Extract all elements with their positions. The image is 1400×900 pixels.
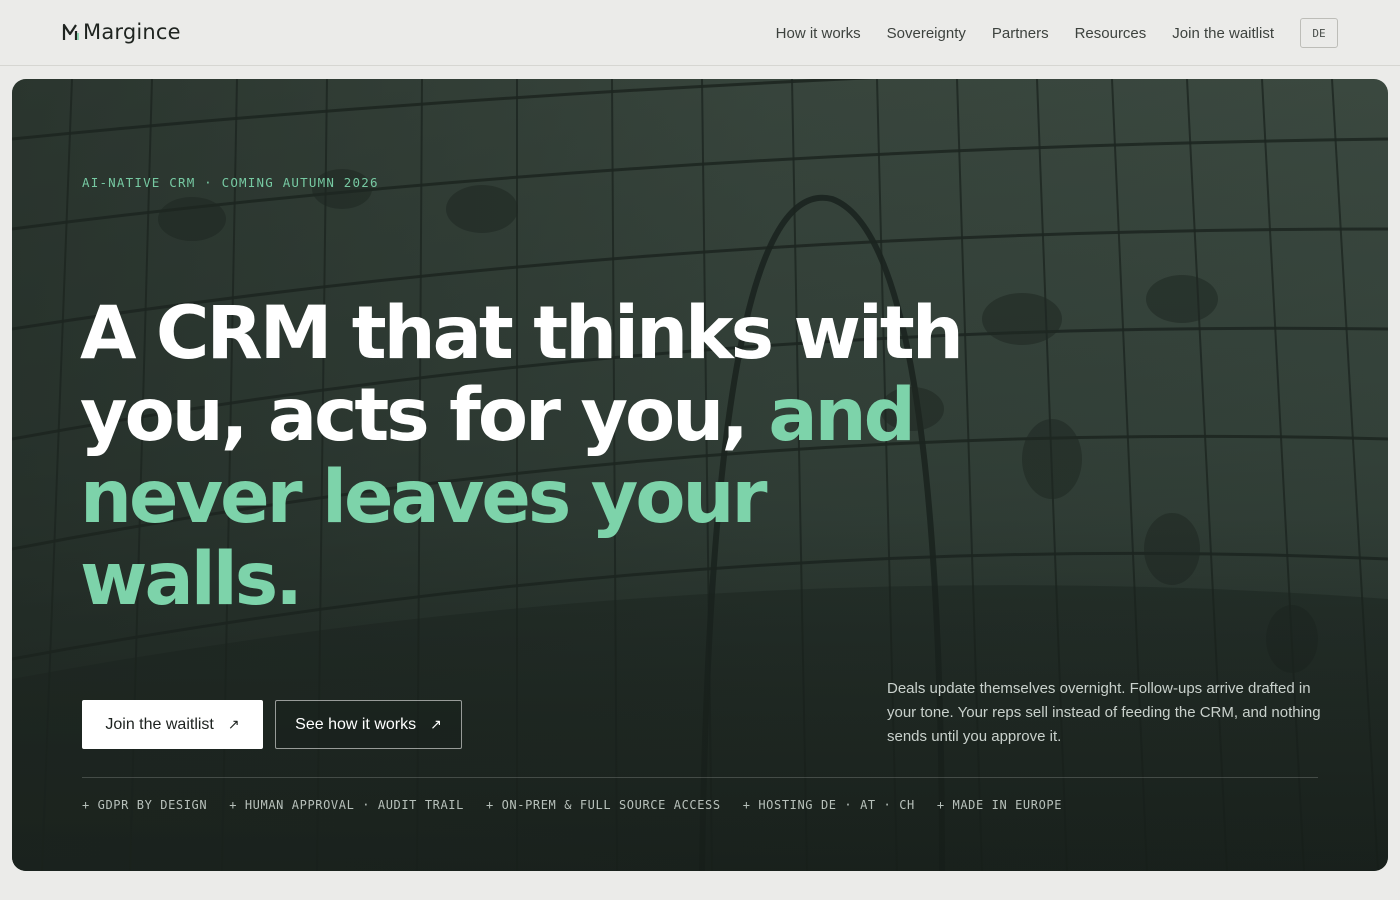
nav-resources[interactable]: Resources <box>1075 25 1147 42</box>
join-waitlist-label: Join the waitlist <box>105 715 214 733</box>
trust-badges: + GDPR BY DESIGN + HUMAN APPROVAL · AUDI… <box>82 798 1084 812</box>
see-how-it-works-button[interactable]: See how it works ↗ <box>275 700 462 749</box>
arrow-up-right-icon: ↗ <box>430 716 442 732</box>
badge-made-in-europe: + MADE IN EUROPE <box>936 798 1063 812</box>
brand-name: Margince <box>83 20 181 44</box>
badge-hosting: + HOSTING DE · AT · CH <box>742 798 915 812</box>
badge-on-prem: + ON-PREM & FULL SOURCE ACCESS <box>485 798 721 812</box>
headline-line-2: you, acts for you, <box>80 373 749 458</box>
arrow-up-right-icon: ↗ <box>227 716 240 732</box>
hero-eyebrow: AI-NATIVE CRM · COMING AUTUMN 2026 <box>82 175 379 190</box>
hero-divider <box>82 777 1318 778</box>
headline-line-1: A CRM that thinks with <box>80 291 964 376</box>
nav-sovereignty[interactable]: Sovereignty <box>887 25 966 42</box>
language-switch-button[interactable]: DE <box>1300 18 1338 48</box>
hero-description: Deals update themselves overnight. Follo… <box>887 680 1321 745</box>
badge-human-approval: + HUMAN APPROVAL · AUDIT TRAIL <box>229 798 464 812</box>
see-how-it-works-label: See how it works <box>295 715 417 733</box>
brand-logo[interactable]: Margince <box>62 18 181 46</box>
nav-join-waitlist[interactable]: Join the waitlist <box>1172 25 1274 42</box>
hero-section: AI-NATIVE CRM · COMING AUTUMN 2026 A CRM… <box>12 79 1388 871</box>
headline-line-3: never leaves your walls. <box>80 455 767 622</box>
badge-gdpr: + GDPR BY DESIGN <box>82 798 208 812</box>
nav-how-it-works[interactable]: How it works <box>776 25 861 42</box>
hero-headline: A CRM that thinks with you, acts for you… <box>80 293 980 621</box>
nav-partners[interactable]: Partners <box>992 25 1049 42</box>
join-waitlist-button[interactable]: Join the waitlist ↗ <box>82 700 263 749</box>
headline-accent-and: and <box>768 373 915 458</box>
main-nav: How it works Sovereignty Partners Resour… <box>776 18 1338 48</box>
margince-logo-icon <box>62 23 79 40</box>
top-navbar: Margince How it works Sovereignty Partne… <box>0 0 1400 66</box>
